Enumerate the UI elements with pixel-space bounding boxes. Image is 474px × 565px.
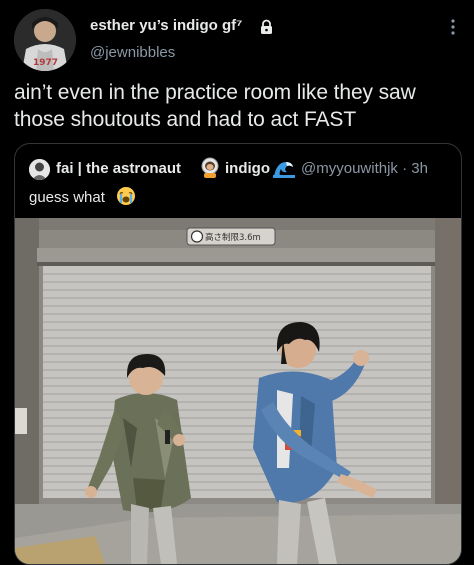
author-handle[interactable]: @jewnibbles — [90, 44, 175, 61]
author-avatar-image: 1977 — [14, 9, 76, 71]
quoted-author-handle-time[interactable]: @myyouwithjk · 3h — [301, 160, 428, 177]
astronaut-emoji-icon — [199, 156, 221, 178]
sign-text: 高さ制限3.6m — [205, 232, 261, 243]
lock-icon — [260, 19, 273, 35]
quoted-author-name[interactable]: fai | the astronaut — [56, 160, 181, 177]
more-options-icon[interactable] — [444, 16, 462, 38]
quoted-author-avatar[interactable] — [29, 159, 50, 180]
avatar-jersey-number: 1977 — [33, 58, 58, 68]
quoted-tweet-text: guess what — [29, 189, 105, 206]
media-scene: 高さ制限3.6m — [15, 218, 461, 564]
quoted-author-name-suffix: indigo — [225, 160, 270, 177]
author-display-name[interactable]: esther yu’s indigo gf⁷ — [90, 17, 242, 34]
tweet-text: ain’t even in the practice room like the… — [14, 81, 416, 131]
author-avatar[interactable]: 1977 — [14, 9, 76, 71]
quoted-tweet-media[interactable]: 高さ制限3.6m — [15, 218, 461, 564]
wave-emoji-icon — [273, 158, 295, 178]
height-limit-sign: 高さ制限3.6m — [186, 227, 276, 246]
quoted-tweet-card[interactable]: fai | the astronaut indigo @myyouwithjk … — [14, 143, 462, 565]
crying-face-emoji-icon — [116, 186, 136, 206]
